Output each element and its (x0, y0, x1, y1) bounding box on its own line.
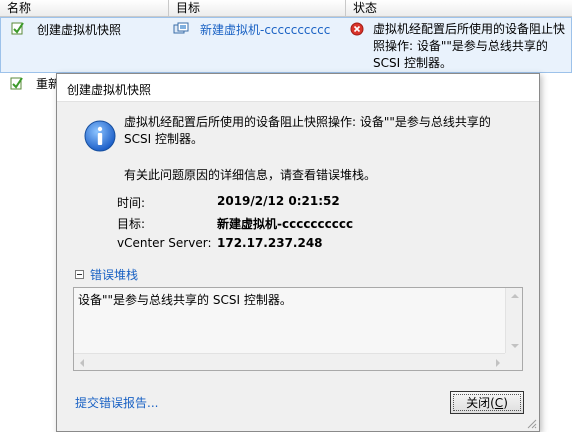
vertical-scrollbar[interactable] (505, 288, 522, 354)
dialog-titlebar[interactable]: 创建虚拟机快照 (57, 74, 539, 102)
task-name: 创建虚拟机快照 (37, 23, 122, 37)
error-icon (350, 22, 364, 36)
time-label: 时间: (117, 196, 146, 210)
column-header-status[interactable]: 状态 (346, 0, 572, 17)
target-label: 目标: (117, 217, 146, 231)
close-button[interactable]: 关闭(C) (450, 391, 524, 414)
column-header-target[interactable]: 目标 (169, 0, 346, 17)
collapse-icon (75, 270, 84, 279)
horizontal-scrollbar[interactable] (74, 353, 506, 370)
error-stack-toggle[interactable]: 错误堆栈 (75, 266, 138, 283)
task-row-create-snapshot[interactable]: 创建虚拟机快照 新建虚拟机-cccccccccc 虚拟机经配置后所使用的设备阻止… (0, 17, 572, 73)
task-check-icon (11, 22, 24, 35)
scroll-left-icon[interactable] (80, 359, 84, 367)
info-icon (84, 120, 116, 152)
dialog-message: 虚拟机经配置后所使用的设备阻止快照操作: 设备""是参与总线共享的 SCSI 控… (124, 115, 491, 146)
vm-icon (173, 22, 189, 34)
task-status-text: 虚拟机经配置后所使用的设备阻止快照操作: 设备""是参与总线共享的 SCSI 控… (373, 22, 566, 70)
scroll-down-icon[interactable] (511, 344, 519, 348)
dialog-hint: 有关此问题原因的详细信息，请查看错误堆栈。 (124, 168, 377, 182)
close-button-label: 关闭( (466, 396, 495, 410)
submit-error-report-link[interactable]: 提交错误报告... (75, 394, 158, 411)
error-stack-text: 设备""是参与总线共享的 SCSI 控制器。 (78, 293, 292, 307)
column-header-name[interactable]: 名称 (0, 0, 169, 17)
close-button-mnemonic: C (494, 396, 504, 410)
resize-grip-icon[interactable] (525, 417, 537, 429)
error-dialog: 创建虚拟机快照 虚拟机经配置后所使用的设备阻止快照操作: 设备""是参与总线共享… (56, 73, 540, 432)
task-target-link[interactable]: 新建虚拟机-cccccccccc (200, 21, 330, 38)
time-value: 2019/2/12 0:21:52 (217, 194, 340, 208)
task-list-header: 名称 目标 状态 (0, 0, 572, 17)
error-stack-textarea[interactable]: 设备""是参与总线共享的 SCSI 控制器。 (73, 287, 523, 371)
dialog-title: 创建虚拟机快照 (67, 83, 152, 97)
error-stack-label: 错误堆栈 (90, 268, 139, 282)
task-check-icon (10, 77, 23, 90)
scrollbar-corner (505, 353, 522, 370)
target-value: 新建虚拟机-cccccccccc (217, 217, 354, 231)
scroll-right-icon[interactable] (496, 359, 500, 367)
server-value: 172.17.237.248 (217, 236, 323, 250)
close-button-suffix: ) (503, 396, 508, 410)
server-label: vCenter Server: (117, 236, 212, 250)
scroll-up-icon[interactable] (511, 294, 519, 298)
